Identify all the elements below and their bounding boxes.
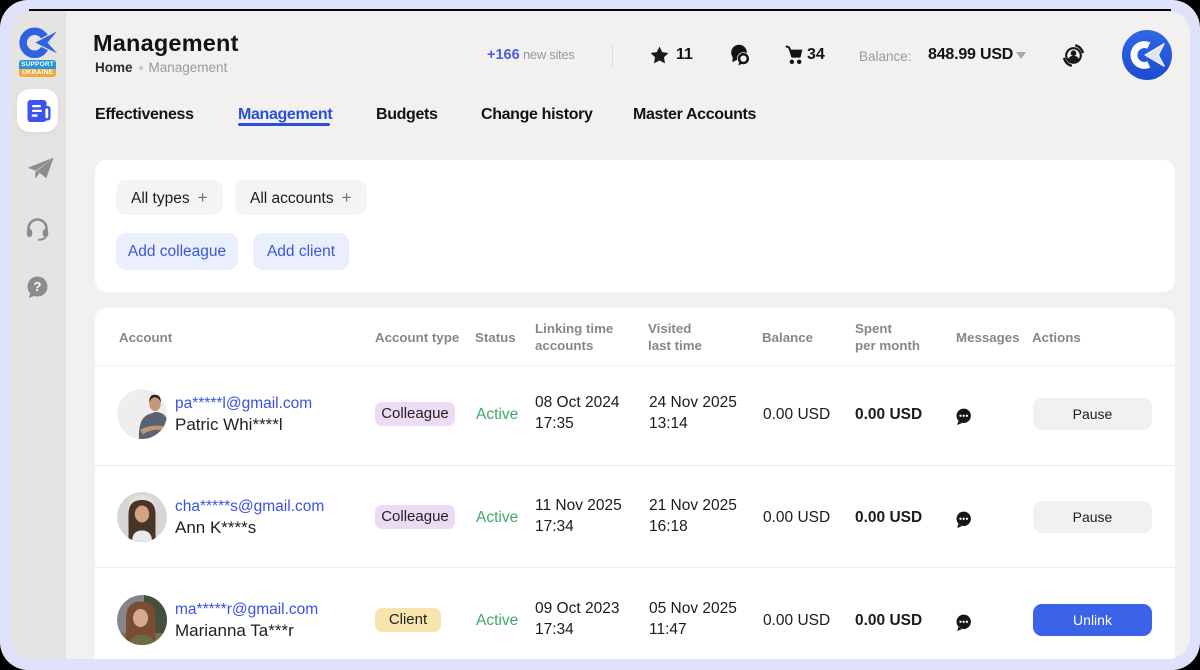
svg-text:?: ? [34,279,42,294]
